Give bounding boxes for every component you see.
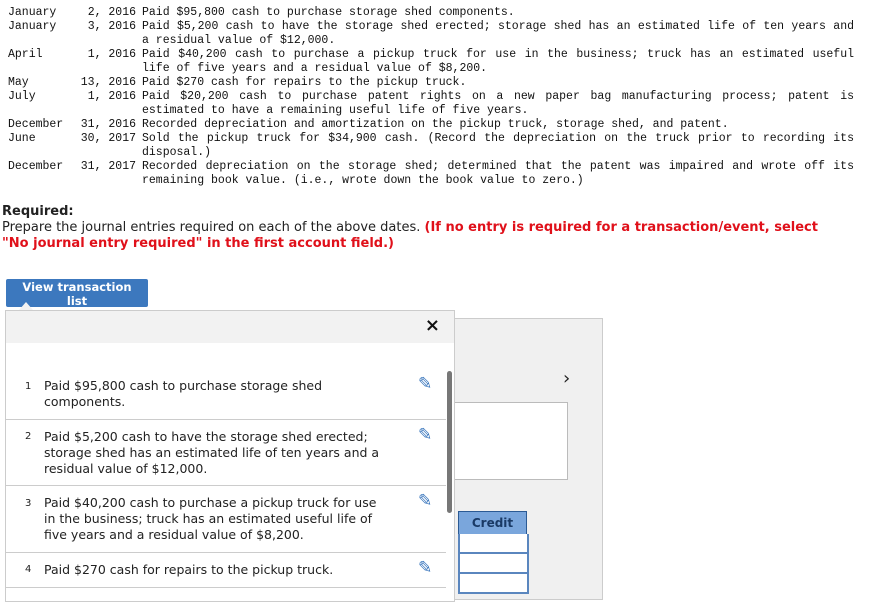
- transaction-list-popup: × 1 Paid $95,800 cash to purchase storag…: [5, 310, 455, 602]
- list-item[interactable]: 3 Paid $40,200 cash to purchase a pickup…: [6, 486, 446, 553]
- pencil-icon[interactable]: ✎: [418, 558, 432, 578]
- transactions-text: January 2, 2016 Paid $95,800 cash to purch…: [8, 6, 854, 188]
- list-item[interactable]: 1 Paid $95,800 cash to purchase storage …: [6, 346, 446, 420]
- pencil-icon[interactable]: ✎: [418, 374, 432, 394]
- scrollbar[interactable]: [447, 371, 452, 513]
- transaction-row: June 30, 2017 Sold the pickup truck for $3…: [8, 132, 854, 159]
- required-label: Required:: [2, 204, 74, 219]
- list-item[interactable]: 2 Paid $5,200 cash to have the storage s…: [6, 420, 446, 486]
- pencil-icon[interactable]: ✎: [418, 491, 432, 511]
- credit-input[interactable]: [458, 574, 529, 594]
- transaction-row: July 1, 2016 Paid $20,200 cash to purchase…: [8, 90, 854, 117]
- credit-input[interactable]: [458, 554, 529, 574]
- transaction-row: January 2, 2016 Paid $95,800 cash to purch…: [8, 6, 515, 19]
- credit-input[interactable]: [458, 534, 529, 554]
- chevron-right-icon[interactable]: ›: [563, 368, 570, 389]
- journal-description-box: [454, 402, 568, 480]
- transaction-row: December 31, 2016 Recorded depreciation an…: [8, 118, 729, 131]
- required-text: Prepare the journal entries required on …: [2, 220, 425, 235]
- transaction-row: May 13, 2016 Paid $270 cash for repairs to…: [8, 76, 467, 89]
- credit-header: Credit: [458, 511, 527, 535]
- pencil-icon[interactable]: ✎: [418, 425, 432, 445]
- popup-header: ×: [6, 311, 454, 343]
- list-item[interactable]: 4 Paid $270 cash for repairs to the pick…: [6, 553, 446, 588]
- required-section: Required: Prepare the journal entries re…: [2, 204, 842, 252]
- transaction-row: December 31, 2017 Recorded depreciation on…: [8, 160, 854, 187]
- transaction-row: January 3, 2016 Paid $5,200 cash to have t…: [8, 20, 854, 47]
- close-icon[interactable]: ×: [425, 315, 440, 336]
- popup-caret: [19, 302, 33, 310]
- transaction-row: April 1, 2016 Paid $40,200 cash to purchas…: [8, 48, 854, 75]
